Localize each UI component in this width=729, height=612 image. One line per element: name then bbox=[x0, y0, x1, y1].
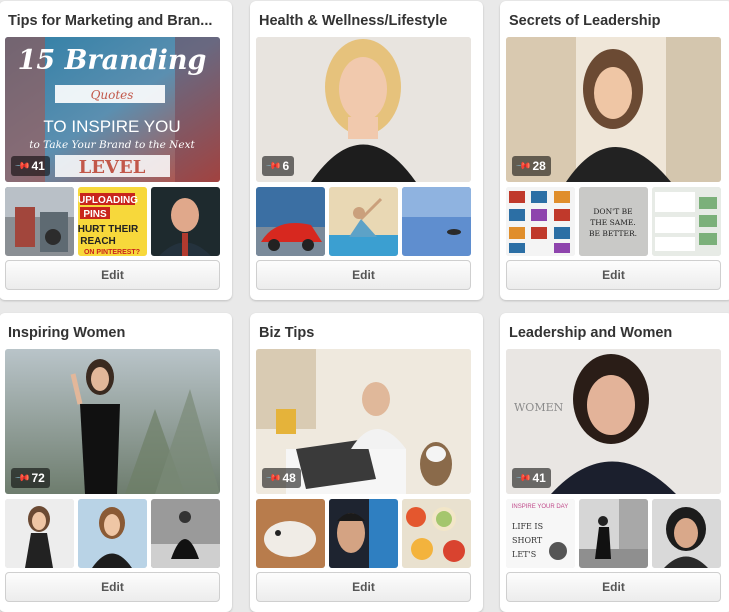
thumb-text-1: DON'T BE bbox=[593, 207, 632, 216]
pin-count-badge: 📌 28 bbox=[512, 156, 551, 176]
board-thumbnail[interactable]: DON'T BE THE SAME. BE BETTER. bbox=[579, 187, 648, 256]
board-cover-image[interactable]: 📌 6 bbox=[256, 37, 471, 182]
board-thumbnail[interactable] bbox=[256, 187, 325, 256]
girl-portrait-image bbox=[5, 499, 74, 568]
pushpin-icon: 📌 bbox=[264, 157, 282, 175]
curly-hair-woman-image bbox=[652, 499, 721, 568]
edit-board-button[interactable]: Edit bbox=[506, 260, 721, 290]
board-card-health-wellness[interactable]: Health & Wellness/Lifestyle 📌 6 Edit bbox=[250, 1, 483, 300]
pin-count-badge: 📌 48 bbox=[262, 468, 301, 488]
board-thumbnail[interactable] bbox=[506, 187, 575, 256]
board-card-secrets-leadership[interactable]: Secrets of Leadership 📌 28 DON'T BE THE … bbox=[500, 1, 729, 300]
vintage-woman-image bbox=[151, 499, 220, 568]
board-thumbnail[interactable] bbox=[151, 187, 220, 256]
thumb-text-1: UPLOADING bbox=[78, 195, 138, 206]
pin-count: 6 bbox=[282, 159, 290, 173]
thumb-text-4: REACH bbox=[80, 236, 116, 247]
board-cover-image[interactable]: WOMEN 📌 41 bbox=[506, 349, 721, 494]
edit-board-button[interactable]: Edit bbox=[256, 572, 471, 602]
thumb-text-1: INSPIRE YOUR DAY bbox=[512, 504, 568, 510]
board-card-leadership-women[interactable]: Leadership and Women WOMEN 📌 41 INSPIRE … bbox=[500, 313, 729, 612]
board-thumbnail[interactable] bbox=[402, 187, 471, 256]
pin-count-badge: 📌 72 bbox=[11, 468, 50, 488]
board-thumbnail[interactable] bbox=[5, 499, 74, 568]
board-card-biz-tips[interactable]: Biz Tips 📌 48 Edit bbox=[250, 313, 483, 612]
cover-text-3: TO INSPIRE YOU bbox=[43, 117, 180, 136]
edit-board-button[interactable]: Edit bbox=[5, 260, 220, 290]
board-card-inspiring-women[interactable]: Inspiring Women 📌 72 Edit bbox=[0, 313, 232, 612]
board-title[interactable]: Inspiring Women bbox=[8, 325, 224, 341]
yoga-woman-image bbox=[329, 187, 398, 256]
red-car-image bbox=[256, 187, 325, 256]
storefront-image bbox=[5, 187, 74, 256]
board-thumbnail[interactable] bbox=[151, 499, 220, 568]
cover-text-1: 15 Branding bbox=[18, 45, 207, 76]
board-title[interactable]: Health & Wellness/Lifestyle bbox=[259, 13, 475, 29]
thumb-text-5: ON PINTEREST? bbox=[84, 249, 140, 256]
cover-text-2: Quotes bbox=[91, 88, 134, 102]
edit-board-button[interactable]: Edit bbox=[256, 260, 471, 290]
hamster-image bbox=[256, 499, 325, 568]
board-thumbnail[interactable] bbox=[579, 499, 648, 568]
board-thumbnail[interactable] bbox=[5, 187, 74, 256]
thumb-text-3: HURT THEIR bbox=[78, 224, 139, 235]
board-thumbnail[interactable] bbox=[329, 187, 398, 256]
thumb-text-3: SHORT bbox=[512, 536, 543, 545]
thumb-text-4: LET'S bbox=[512, 550, 536, 559]
pin-count-badge: 📌 41 bbox=[11, 156, 50, 176]
boat-on-sea-image bbox=[402, 187, 471, 256]
cover-text-1: WOMEN bbox=[514, 401, 564, 414]
board-title[interactable]: Leadership and Women bbox=[509, 325, 725, 341]
pin-count-badge: 📌 41 bbox=[512, 468, 551, 488]
man-portrait-image bbox=[151, 187, 220, 256]
board-cover-image[interactable]: 📌 48 bbox=[256, 349, 471, 494]
pushpin-icon: 📌 bbox=[13, 469, 31, 487]
cover-text-5: LEVEL bbox=[79, 157, 146, 178]
grey-infographic-image bbox=[652, 187, 721, 256]
pushpin-icon: 📌 bbox=[264, 469, 282, 487]
board-thumbnail[interactable] bbox=[329, 499, 398, 568]
woman-street-image bbox=[579, 499, 648, 568]
thumb-text-2: LIFE IS bbox=[512, 522, 543, 531]
board-thumbnail[interactable]: INSPIRE YOUR DAY LIFE IS SHORT LET'S bbox=[506, 499, 575, 568]
board-cover-image[interactable]: 15 Branding Quotes TO INSPIRE YOU to Tak… bbox=[5, 37, 220, 182]
uploading-pins-image: UPLOADING PINS HURT THEIR REACH ON PINTE… bbox=[78, 187, 147, 256]
board-thumbnail[interactable] bbox=[78, 499, 147, 568]
board-card-tips-marketing[interactable]: Tips for Marketing and Bran... 15 Brandi… bbox=[0, 1, 232, 300]
healthy-food-image bbox=[402, 499, 471, 568]
life-is-short-quote-image: INSPIRE YOUR DAY LIFE IS SHORT LET'S bbox=[506, 499, 575, 568]
board-title[interactable]: Biz Tips bbox=[259, 325, 475, 341]
infographic-image bbox=[506, 187, 575, 256]
dont-be-the-same-quote-image: DON'T BE THE SAME. BE BETTER. bbox=[579, 187, 648, 256]
board-title[interactable]: Secrets of Leadership bbox=[509, 13, 725, 29]
pushpin-icon: 📌 bbox=[13, 157, 31, 175]
board-thumbnail[interactable] bbox=[256, 499, 325, 568]
edit-board-button[interactable]: Edit bbox=[5, 572, 220, 602]
board-thumbnail[interactable]: UPLOADING PINS HURT THEIR REACH ON PINTE… bbox=[78, 187, 147, 256]
thumb-text-3: BE BETTER. bbox=[589, 229, 637, 238]
cover-text-4: to Take Your Brand to the Next bbox=[29, 139, 195, 151]
board-title[interactable]: Tips for Marketing and Bran... bbox=[8, 13, 224, 29]
edit-board-button[interactable]: Edit bbox=[506, 572, 721, 602]
board-thumbnail[interactable] bbox=[652, 499, 721, 568]
pin-count: 28 bbox=[532, 159, 546, 173]
board-cover-image[interactable]: 📌 72 bbox=[5, 349, 220, 494]
man-face-image bbox=[329, 499, 398, 568]
pin-count: 72 bbox=[31, 471, 45, 485]
thumb-text-2: PINS bbox=[83, 209, 107, 220]
board-thumbnail[interactable] bbox=[652, 187, 721, 256]
pushpin-icon: 📌 bbox=[514, 469, 532, 487]
woman-blue-background-image bbox=[78, 499, 147, 568]
pushpin-icon: 📌 bbox=[514, 157, 532, 175]
board-thumbnail[interactable] bbox=[402, 499, 471, 568]
pin-count: 48 bbox=[282, 471, 296, 485]
board-cover-image[interactable]: 📌 28 bbox=[506, 37, 721, 182]
thumb-text-2: THE SAME. bbox=[590, 218, 636, 227]
pin-count: 41 bbox=[31, 159, 45, 173]
pin-count: 41 bbox=[532, 471, 546, 485]
pin-count-badge: 📌 6 bbox=[262, 156, 295, 176]
